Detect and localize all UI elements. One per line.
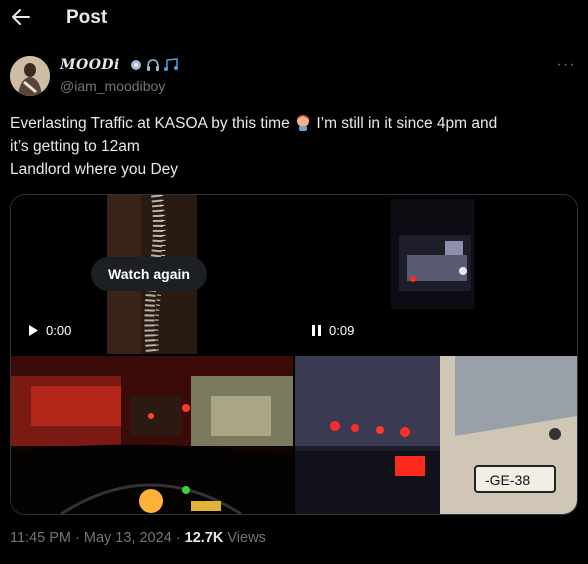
headphones-icon: [147, 59, 160, 71]
arrow-left-icon: [12, 9, 30, 25]
photo-tile-road[interactable]: -GE-38: [295, 356, 577, 514]
display-name[interactable]: MOODi: [60, 57, 179, 73]
views-count: 12.7K: [184, 530, 224, 546]
avatar[interactable]: [10, 56, 50, 96]
facepalm-emoji-icon: [297, 115, 310, 131]
pause-icon: [312, 325, 321, 336]
footer-separator-1: ·: [71, 530, 84, 546]
tweet-text-line3: Landlord where you Dey: [10, 161, 179, 178]
tweet-text-line1: Everlasting Traffic at KASOA by this tim…: [10, 115, 290, 132]
video-2-time: 0:09: [329, 323, 355, 338]
video-tile-2[interactable]: 0:09: [295, 195, 577, 354]
photo-tile-dashboard[interactable]: [11, 356, 293, 514]
photo-dashboard-traffic: [11, 356, 293, 514]
more-options-button[interactable]: ···: [556, 56, 576, 76]
tweet-date[interactable]: May 13, 2024: [84, 530, 172, 546]
play-icon: [29, 325, 38, 336]
page-title: Post: [66, 7, 108, 28]
music-notes-icon: [164, 58, 179, 71]
video-1-time: 0:00: [46, 323, 72, 338]
display-name-text: MOODi: [60, 57, 120, 73]
more-dots-icon: ···: [556, 56, 576, 73]
user-handle[interactable]: @iam_moodiboy: [60, 78, 165, 94]
footer-separator-2: ·: [171, 530, 185, 546]
video-tile-1[interactable]: Watch again 0:00: [11, 195, 293, 354]
top-bar: Post: [0, 0, 588, 38]
name-emojis: [129, 58, 179, 72]
tweet-text: Everlasting Traffic at KASOA by this tim…: [10, 112, 570, 181]
photo-road-traffic: -GE-38: [295, 356, 577, 514]
back-button[interactable]: [10, 6, 32, 28]
flower-icon: [131, 60, 142, 70]
video-2-controls[interactable]: 0:09: [312, 323, 354, 338]
video-1-controls[interactable]: 0:00: [28, 323, 71, 338]
avatar-image: [10, 56, 50, 96]
tweet-footer: 11:45 PM · May 13, 2024 · 12.7K Views: [10, 530, 266, 546]
tweet-text-line1b: I’m still in it since 4pm and: [316, 115, 498, 132]
views-label: Views: [223, 530, 266, 546]
tweet-text-line2: it’s getting to 12am: [10, 138, 140, 155]
watch-again-button[interactable]: Watch again: [91, 257, 207, 291]
tweet-time[interactable]: 11:45 PM: [10, 530, 71, 546]
license-plate-text: -GE-38: [485, 472, 530, 488]
media-grid: Watch again 0:00 0:09 -GE-38: [10, 194, 578, 515]
